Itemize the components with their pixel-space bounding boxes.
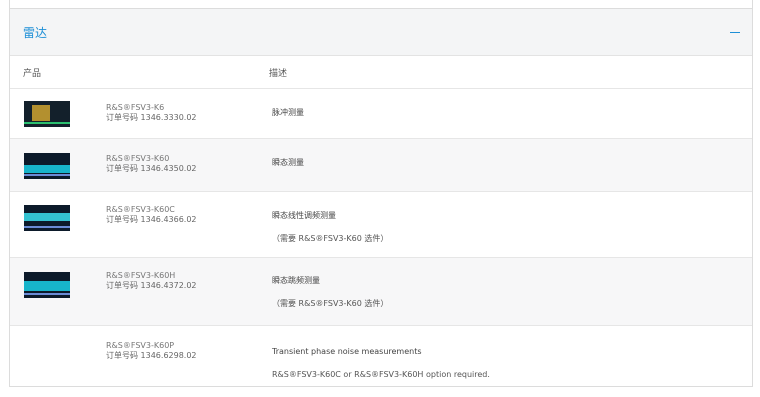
table-row: R&S®FSV3-K60C 订单号码 1346.4366.02 瞬态线性调频测量… [10, 192, 752, 258]
collapse-minus-icon[interactable] [730, 26, 742, 38]
order-number: 订单号码 1346.6298.02 [106, 351, 197, 360]
description-line: 瞬态测量 [272, 158, 304, 167]
table-header: 产品 描述 [10, 56, 752, 89]
product-name: R&S®FSV3-K60 [106, 154, 170, 163]
order-number: 订单号码 1346.4350.02 [106, 164, 197, 173]
product-name: R&S®FSV3-K60H [106, 271, 176, 280]
order-number: 订单号码 1346.3330.02 [106, 113, 197, 122]
product-thumbnail[interactable] [24, 272, 70, 298]
description-line: Transient phase noise measurements [272, 347, 422, 356]
table-row: R&S®FSV3-K60 订单号码 1346.4350.02 瞬态测量 [10, 139, 752, 192]
description-note: （需要 R&S®FSV3-K60 选件） [272, 234, 389, 243]
description-line: 脉冲测量 [272, 108, 304, 117]
column-product: 产品 [23, 68, 42, 79]
product-name: R&S®FSV3-K60C [106, 205, 175, 214]
table-row: R&S®FSV3-K60H 订单号码 1346.4372.02 瞬态跳频测量 （… [10, 258, 752, 326]
product-name: R&S®FSV3-K60P [106, 341, 175, 350]
product-thumbnail[interactable] [24, 101, 70, 127]
product-thumbnail[interactable] [24, 153, 70, 179]
options-panel: 雷达 产品 描述 R&S®FSV3-K6 订单号码 1346.3330.02 脉… [9, 0, 753, 387]
table-row: R&S®FSV3-K6 订单号码 1346.3330.02 脉冲测量 [10, 89, 752, 139]
product-thumbnail[interactable] [24, 205, 70, 231]
description-line: 瞬态跳频测量 [272, 276, 320, 285]
description-line: 瞬态线性调频测量 [272, 211, 336, 220]
description-note: R&S®FSV3-K60C or R&S®FSV3-K60H option re… [272, 370, 490, 379]
table-row: R&S®FSV3-K60P 订单号码 1346.6298.02 Transien… [10, 326, 752, 392]
order-number: 订单号码 1346.4372.02 [106, 281, 197, 290]
section-title: 雷达 [23, 25, 48, 40]
section-header-radar[interactable]: 雷达 [10, 8, 752, 56]
product-name: R&S®FSV3-K6 [106, 103, 165, 112]
order-number: 订单号码 1346.4366.02 [106, 215, 197, 224]
description-note: （需要 R&S®FSV3-K60 选件） [272, 299, 389, 308]
column-description: 描述 [269, 68, 288, 79]
